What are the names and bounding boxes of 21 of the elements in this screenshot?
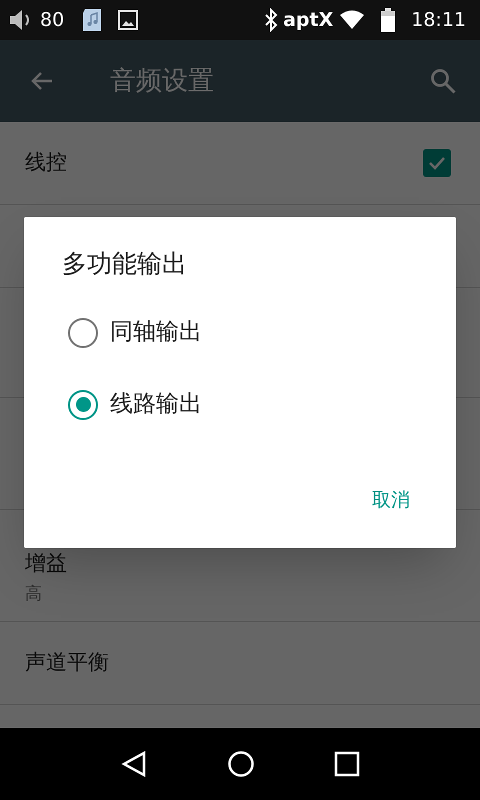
settings-row[interactable]: 线控	[0, 122, 480, 205]
cancel-button[interactable]: 取消	[362, 480, 420, 520]
option-label[interactable]: 线路输出	[110, 387, 202, 422]
clock: 18:11	[411, 8, 466, 33]
screen-title: 音频设置	[110, 64, 215, 98]
dialog-title: 多功能输出	[62, 248, 187, 280]
codec-label: aptX	[283, 8, 334, 33]
settings-row[interactable]: 声道平衡	[0, 622, 480, 705]
back-icon[interactable]	[120, 750, 148, 778]
radio-button[interactable]	[68, 390, 98, 420]
battery-icon	[381, 8, 396, 32]
setting-title: 增益	[25, 550, 68, 577]
image-icon	[118, 10, 138, 30]
search-icon[interactable]	[430, 68, 456, 94]
volume-level: 80	[40, 8, 64, 33]
wifi-icon	[339, 10, 366, 30]
recents-icon[interactable]	[334, 751, 360, 777]
home-icon[interactable]	[226, 750, 255, 778]
checkbox[interactable]	[423, 149, 451, 177]
radio-button[interactable]	[68, 318, 98, 348]
option-label[interactable]: 同轴输出	[110, 315, 202, 350]
